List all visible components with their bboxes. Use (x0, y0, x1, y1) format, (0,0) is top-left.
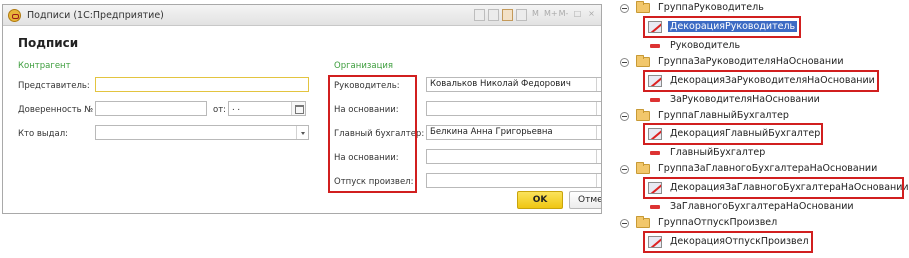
tree-field-label: ЗаРуководителяНаОсновании (670, 94, 820, 105)
folder-icon (636, 55, 650, 67)
tree-group-label: ГруппаРуководитель (658, 2, 764, 13)
restore-icon[interactable]: □ (572, 9, 583, 21)
m-minus-button[interactable]: M- (558, 9, 569, 21)
tree-highlight-box (643, 70, 879, 92)
title-toolbar: M M+ M- □ × (474, 9, 597, 21)
m-plus-button[interactable]: M+ (544, 9, 558, 21)
released-by-select[interactable] (426, 173, 601, 188)
copy-icon[interactable] (488, 9, 499, 21)
accountant-basis-select[interactable] (426, 149, 601, 164)
folder-icon (636, 1, 650, 13)
ok-button[interactable]: OK (517, 191, 563, 209)
tree-highlight-box (643, 177, 904, 199)
director-select[interactable]: Ковальков Николай Федорович (426, 77, 601, 92)
field-icon (650, 205, 660, 209)
m-button[interactable]: M (530, 9, 541, 21)
tree-field-label: Руководитель (670, 40, 741, 51)
tree-highlight-box (643, 16, 801, 38)
collapse-icon[interactable] (620, 165, 629, 174)
folder-icon (636, 216, 650, 228)
folder-icon (636, 162, 650, 174)
chevron-down-icon[interactable] (596, 174, 601, 187)
list-icon[interactable] (516, 9, 527, 21)
tree-group-label: ГруппаГлавныйБухгалтер (658, 110, 789, 121)
chevron-down-icon[interactable] (596, 126, 601, 139)
labels-highlight-box (328, 75, 417, 193)
director-value: Ковальков Николай Федорович (430, 79, 571, 89)
tree-group-label: ГруппаЗаРуководителяНаОсновании (658, 56, 844, 67)
doc-icon[interactable] (474, 9, 485, 21)
collapse-icon[interactable] (620, 219, 629, 228)
calendar-icon[interactable] (502, 9, 513, 21)
chevron-down-icon[interactable] (296, 126, 308, 139)
tree-highlight-box (643, 123, 823, 145)
folder-icon (636, 109, 650, 121)
director-basis-select[interactable] (426, 101, 601, 116)
power-of-attorney-label: Доверенность № (18, 105, 94, 115)
calendar-picker-icon[interactable] (291, 102, 305, 115)
field-icon (650, 44, 660, 48)
date-input[interactable]: . . (228, 101, 306, 116)
tree-field-label: ГлавныйБухгалтер (670, 147, 766, 158)
chevron-down-icon[interactable] (596, 78, 601, 91)
tree-group-label: ГруппаОтпускПроизвел (658, 217, 778, 228)
window-title: Подписи (1С:Предприятие) (27, 10, 164, 21)
tree-field-label: ЗаГлавногоБухгалтераНаОсновании (670, 201, 854, 212)
section-kontragent: Контрагент (18, 61, 71, 71)
signatures-window: Подписи (1С:Предприятие) M M+ M- □ × Под… (2, 4, 602, 214)
field-icon (650, 98, 660, 102)
representative-input[interactable] (95, 77, 309, 92)
chevron-down-icon[interactable] (596, 102, 601, 115)
form-elements-tree: ГруппаРуководитель ДекорацияРуководитель… (612, 0, 909, 258)
chevron-down-icon[interactable] (596, 150, 601, 163)
issued-by-select[interactable] (95, 125, 309, 140)
date-value: . . (232, 103, 241, 113)
window-titlebar: Подписи (1С:Предприятие) M M+ M- □ × (3, 5, 601, 26)
1c-app-icon (8, 9, 21, 22)
close-icon[interactable]: × (586, 9, 597, 21)
collapse-icon[interactable] (620, 58, 629, 67)
form-title: Подписи (18, 36, 79, 50)
tree-group-label: ГруппаЗаГлавногоБухгалтераНаОсновании (658, 163, 878, 174)
power-of-attorney-input[interactable] (95, 101, 207, 116)
cancel-button[interactable]: Отмена (569, 191, 601, 209)
chief-accountant-select[interactable]: Белкина Анна Григорьевна (426, 125, 601, 140)
collapse-icon[interactable] (620, 112, 629, 121)
representative-label: Представитель: (18, 81, 90, 91)
issued-by-label: Кто выдал: (18, 129, 68, 139)
tree-highlight-box (643, 231, 813, 253)
chief-accountant-value: Белкина Анна Григорьевна (430, 127, 553, 137)
collapse-icon[interactable] (620, 4, 629, 13)
field-icon (650, 151, 660, 155)
date-from-label: от: (213, 105, 227, 115)
section-organization: Организация (334, 61, 393, 71)
